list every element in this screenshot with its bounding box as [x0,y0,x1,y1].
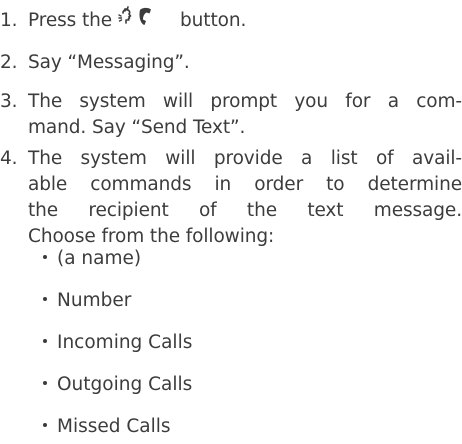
step-number: 1. [0,10,18,31]
bullet-icon [43,339,47,343]
step-text: Say “Messaging”. [28,50,462,76]
option-label: Number [57,290,132,311]
voice-command-phone-icon [118,4,160,30]
option-label: Incoming Calls [57,332,193,353]
option-label: (a name) [57,248,142,269]
step-number: 4. [0,148,18,169]
bullet-icon [43,381,47,385]
bullet-icon [43,255,47,259]
step-number: 2. [0,52,18,73]
step-text-before-icon: Press the [28,10,113,31]
step-text: The system will provide a list of avail-… [28,146,462,250]
option-item: (a name) [43,246,141,272]
option-item: Number [43,288,131,314]
step-text: The system will prompt you for a com- ma… [28,89,462,141]
option-label: Missed Calls [57,416,171,437]
step-text-line: Say “Messaging”. [28,52,190,73]
option-item: Outgoing Calls [43,372,192,398]
step-number: 3. [0,91,18,112]
step-text-line: the recipient of the text message. [28,200,462,221]
option-label: Outgoing Calls [57,374,193,395]
step-text-line: mand. Say “Send Text”. [28,117,246,138]
step-text-line: The system will prompt you for a com- [28,91,462,112]
option-item: Incoming Calls [43,330,192,356]
option-item: Missed Calls [43,414,171,440]
step-text: Press the button. [28,6,462,34]
step-text-after-icon: button. [180,10,247,31]
bullet-icon [43,297,47,301]
bullet-icon [43,423,47,427]
step-text-line: able commands in order to determine [28,174,462,195]
step-text-line: The system will provide a list of avail- [28,148,462,169]
instruction-list: 1. Press the button. 2. Say “Messaging”.… [0,0,462,444]
